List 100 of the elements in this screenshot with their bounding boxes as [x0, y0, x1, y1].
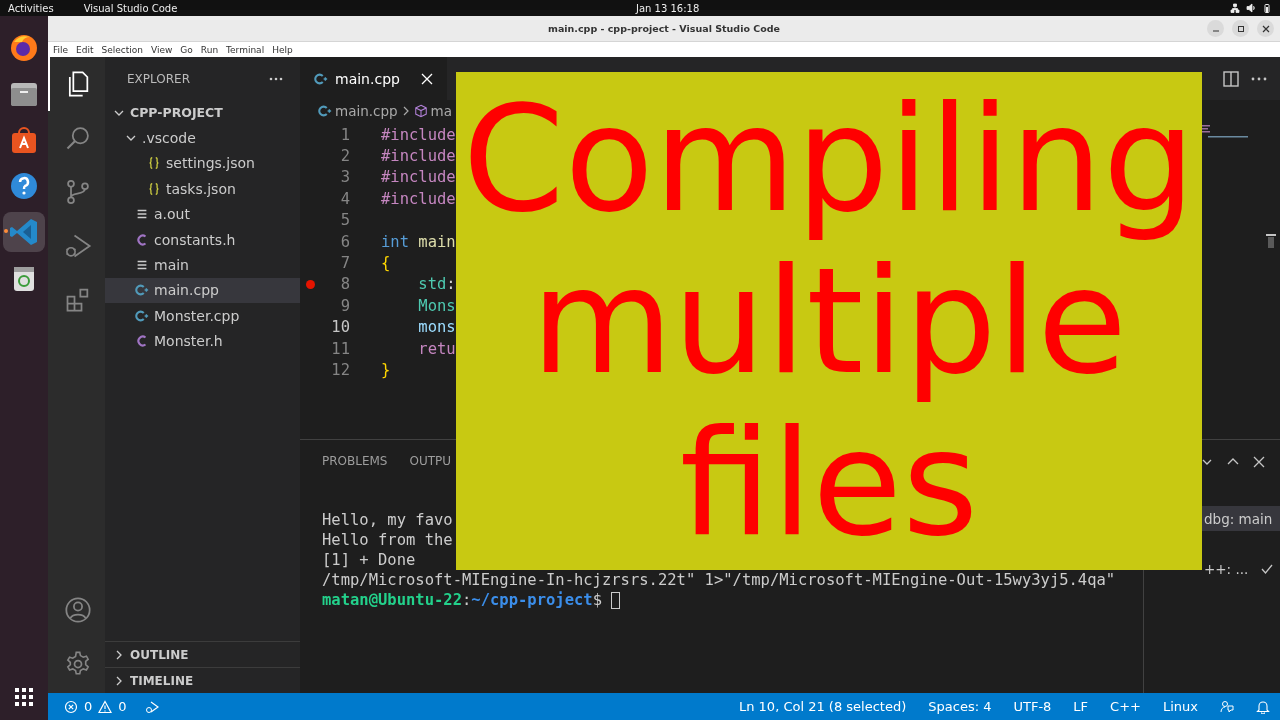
feedback-icon[interactable]	[1220, 699, 1234, 714]
activities-button[interactable]: Activities	[8, 2, 54, 14]
panel-tab[interactable]: OUTPU	[409, 448, 452, 475]
status-item[interactable]: Ln 10, Col 21 (8 selected)	[739, 699, 907, 714]
error-count[interactable]: 0	[84, 699, 93, 714]
status-item[interactable]: Spaces: 4	[928, 699, 992, 714]
menu-item[interactable]: View	[151, 44, 173, 55]
terminal-session[interactable]: ++: ...	[1202, 556, 1280, 581]
explorer-item[interactable]: main.cpp	[105, 277, 300, 304]
apps-grid-icon[interactable]	[13, 686, 35, 708]
close-icon[interactable]	[1252, 454, 1266, 469]
code-line: }	[380, 361, 391, 379]
code-line: int main	[380, 232, 456, 251]
menu-item[interactable]: Terminal	[226, 44, 265, 55]
line-number: 9	[339, 296, 350, 315]
menu-item[interactable]: Edit	[76, 44, 94, 55]
volume-icon[interactable]	[1246, 3, 1256, 13]
account-icon[interactable]	[63, 596, 92, 624]
prompt-symbol: $	[592, 591, 602, 609]
minimize-button[interactable]	[1207, 20, 1224, 37]
line-number: 10	[330, 318, 350, 337]
banner-text: files	[679, 402, 979, 564]
code-editor-icon[interactable]	[8, 216, 40, 248]
code-line: #include	[380, 147, 456, 166]
close-icon	[1261, 24, 1270, 33]
panel-tab[interactable]: PROBLEMS	[322, 448, 388, 475]
clock[interactable]: Jan 13 16:18	[636, 2, 700, 14]
network-icon[interactable]	[1230, 3, 1240, 13]
prompt-path: ~/cpp-project	[471, 591, 593, 609]
code-line: #include	[380, 168, 456, 187]
cpp-file-icon	[135, 283, 149, 298]
header-file-icon	[135, 232, 149, 247]
explorer-item[interactable]: settings.json	[105, 150, 300, 177]
code-line: std:	[417, 275, 456, 294]
split-editor-icon[interactable]	[1222, 69, 1240, 88]
browser-icon[interactable]	[8, 32, 40, 64]
status-item[interactable]: C++	[1110, 699, 1141, 714]
menu-item[interactable]: Selection	[101, 44, 143, 55]
sidebar-title: EXPLORER	[127, 71, 190, 86]
breadcrumb-item[interactable]: main.cpp	[335, 103, 398, 119]
explorer-item[interactable]: Monster.cpp	[105, 303, 300, 329]
terminal-line: /tmp/Microsoft-MIEngine-In-hcjzrsrs.22t" 1>"/tmp/Microsoft-MIEngine-Out-15wy3yj5.4qa"	[322, 570, 1117, 590]
code-line: Mons	[417, 296, 456, 315]
terminal-session[interactable]: dbg: main	[1202, 506, 1280, 531]
terminal-line: Hello, my favo	[322, 510, 454, 530]
breakpoint-dot[interactable]	[305, 279, 315, 289]
explorer-item[interactable]: tasks.json	[105, 176, 300, 202]
explorer-item[interactable]: constants.h	[105, 226, 300, 253]
maximize-button[interactable]	[1232, 20, 1249, 37]
explorer-item[interactable]: main	[105, 252, 300, 278]
code-line: {	[380, 254, 391, 273]
cpp-file-icon	[318, 104, 332, 118]
line-number: 5	[339, 211, 350, 230]
breadcrumb-item[interactable]: ma	[430, 103, 453, 119]
run-debug-icon[interactable]	[144, 699, 159, 714]
cpp-file-icon	[135, 308, 149, 323]
warning-icon[interactable]	[98, 699, 113, 714]
banner-text: multiple	[530, 240, 1128, 402]
explorer-item[interactable]: .vscode	[105, 125, 300, 151]
close-button[interactable]	[1257, 20, 1274, 37]
status-item[interactable]: LF	[1073, 699, 1089, 714]
code-line: #include	[380, 189, 456, 208]
terminal-line: [1] + Done	[322, 550, 417, 570]
app-menu[interactable]: Visual Studio Code	[83, 2, 178, 14]
prompt-separator: :	[462, 591, 472, 609]
warning-count[interactable]: 0	[118, 699, 127, 714]
line-number: 11	[330, 339, 350, 358]
line-number: 2	[339, 147, 350, 166]
editor-tab[interactable]: main.cpp	[300, 57, 448, 100]
line-number: 7	[339, 254, 350, 273]
line-number: 1	[339, 125, 350, 144]
line-number: 12	[330, 361, 350, 379]
explorer-item[interactable]: CPP-PROJECT	[105, 100, 300, 126]
error-icon[interactable]	[64, 699, 78, 714]
cube-icon	[413, 104, 428, 118]
line-number: 8	[339, 275, 350, 294]
window-title: main.cpp - cpp-project - Visual Studio Code	[548, 23, 780, 34]
braces-icon	[147, 156, 161, 171]
explorer-item[interactable]: a.out	[105, 201, 300, 227]
menu-item[interactable]: Help	[272, 44, 293, 55]
prompt-user: matan@Ubuntu-22	[322, 591, 462, 609]
code-line: retu	[417, 339, 456, 358]
line-number: 6	[339, 232, 350, 251]
menu-item[interactable]: File	[53, 44, 69, 55]
bell-icon[interactable]	[1256, 699, 1270, 714]
run-debug-icon[interactable]	[63, 232, 92, 260]
battery-icon[interactable]	[1262, 3, 1272, 13]
status-item[interactable]: Linux	[1162, 699, 1198, 714]
code-line: mons	[417, 318, 456, 337]
braces-icon	[147, 181, 161, 196]
explorer-item[interactable]: Monster.h	[105, 328, 300, 354]
cpp-file-icon	[314, 71, 328, 86]
menu-item[interactable]: Go	[180, 44, 193, 55]
status-item[interactable]: UTF-8	[1013, 699, 1052, 714]
maximize-icon	[1236, 24, 1245, 33]
menu-item[interactable]: Run	[200, 44, 219, 55]
line-number: 4	[339, 189, 350, 208]
terminal-cursor	[611, 591, 620, 609]
help-icon[interactable]	[8, 170, 40, 202]
header-file-icon	[135, 334, 149, 349]
